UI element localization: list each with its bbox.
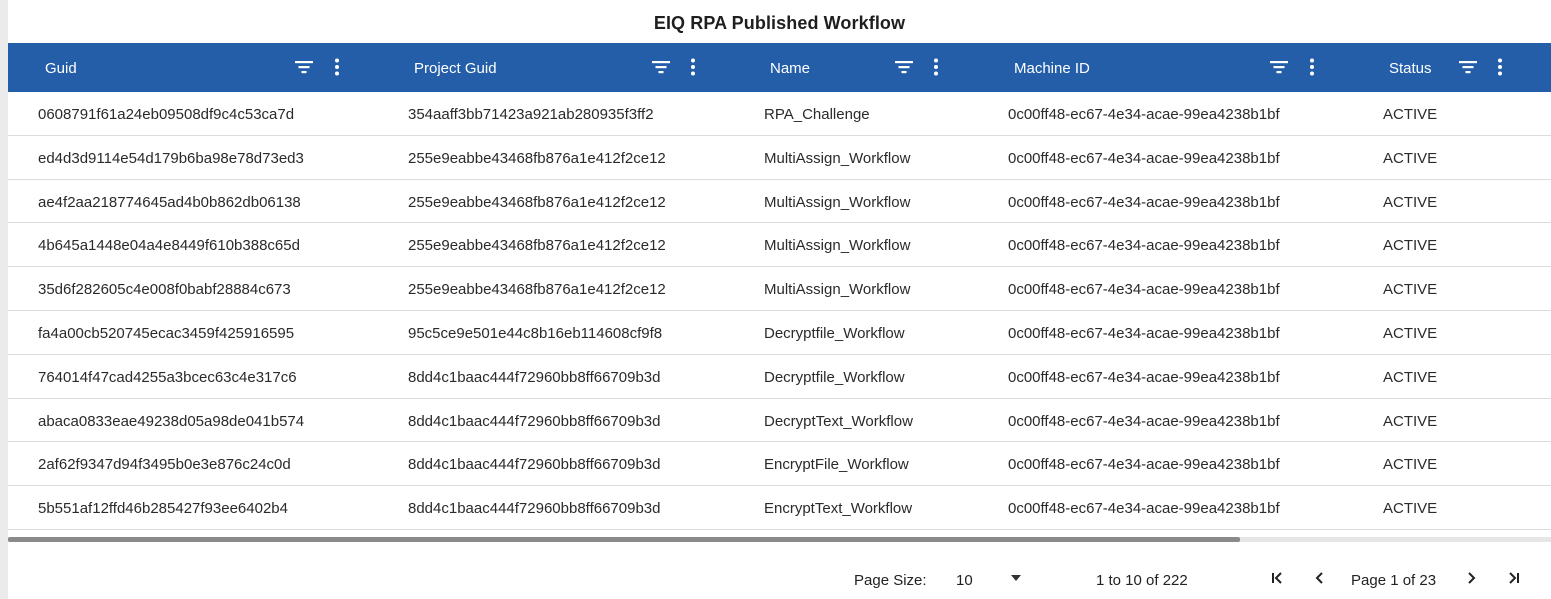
cell-name: Decryptfile_Workflow (764, 368, 905, 386)
page-size-label: Page Size: (854, 572, 927, 589)
cell-status: ACTIVE (1383, 106, 1438, 123)
cell-name: DecryptText_Workflow (764, 412, 913, 430)
filter-icon[interactable] (650, 56, 672, 78)
cell-project-guid: 255e9eabbe43468fb876a1e412f2ce12 (408, 193, 666, 211)
column-menu-icon[interactable] (1489, 56, 1511, 78)
cell-machine-id: 0c00ff48-ec67-4e34-acae-99ea4238b1bf (1008, 500, 1280, 518)
cell-name: RPA_Challenge (764, 106, 870, 123)
header-cell-status[interactable]: Status (1353, 43, 1551, 92)
pagination-bar: Page Size: 10 1 to 10 of 222 Page 1 of 2… (8, 542, 1551, 599)
previous-page-icon[interactable] (1312, 570, 1328, 586)
cell-project-guid: 8dd4c1baac444f72960bb8ff66709b3d (408, 412, 661, 430)
cell-machine-id: 0c00ff48-ec67-4e34-acae-99ea4238b1bf (1008, 412, 1280, 430)
cell-name: EncryptText_Workflow (764, 500, 913, 518)
header-cell-guid[interactable]: Guid (8, 43, 378, 92)
cell-project-guid: 8dd4c1baac444f72960bb8ff66709b3d (408, 456, 661, 474)
table-row[interactable]: 0608791f61a24eb09508df9c4c53ca7d 354aaff… (8, 92, 1551, 136)
cell-guid: 4b645a1448e04a4e8449f610b388c65d (38, 237, 300, 255)
cell-status: ACTIVE (1383, 237, 1438, 255)
cell-machine-id: 0c00ff48-ec67-4e34-acae-99ea4238b1bf (1008, 106, 1280, 123)
header-cell-machine-id[interactable]: Machine ID (980, 43, 1353, 92)
cell-guid: 0608791f61a24eb09508df9c4c53ca7d (38, 106, 295, 123)
cell-guid: fa4a00cb520745ecac3459f425916595 (38, 324, 295, 342)
row-range-summary: 1 to 10 of 222 (1096, 572, 1188, 589)
table-row[interactable]: 5b551af12ffd46b285427f93ee6402b4 8dd4c1b… (8, 486, 1551, 530)
cell-status: ACTIVE (1383, 149, 1438, 167)
table-row[interactable]: ed4d3d9114e54d179b6ba98e78d73ed3 255e9ea… (8, 135, 1551, 180)
column-menu-icon[interactable] (682, 56, 704, 78)
cell-name: MultiAssign_Workflow (764, 149, 911, 167)
cell-project-guid: 95c5ce9e501e44c8b16eb114608cf9f8 (408, 324, 663, 342)
cell-project-guid: 255e9eabbe43468fb876a1e412f2ce12 (408, 149, 666, 167)
cell-name: MultiAssign_Workflow (764, 237, 911, 255)
cell-status: ACTIVE (1383, 456, 1438, 474)
cell-machine-id: 0c00ff48-ec67-4e34-acae-99ea4238b1bf (1008, 368, 1280, 386)
table-row[interactable]: 2af62f9347d94f3495b0e3e876c24c0d 8dd4c1b… (8, 442, 1551, 487)
cell-project-guid: 255e9eabbe43468fb876a1e412f2ce12 (408, 281, 666, 299)
column-label-machine-id: Machine ID (1014, 60, 1090, 77)
cell-project-guid: 255e9eabbe43468fb876a1e412f2ce12 (408, 237, 666, 255)
filter-icon[interactable] (1457, 56, 1479, 78)
cell-machine-id: 0c00ff48-ec67-4e34-acae-99ea4238b1bf (1008, 237, 1280, 255)
column-label-project-guid: Project Guid (414, 60, 497, 77)
cell-project-guid: 8dd4c1baac444f72960bb8ff66709b3d (408, 368, 661, 386)
cell-guid: 764014f47cad4255a3bcec63c4e317c6 (38, 368, 297, 386)
cell-status: ACTIVE (1383, 368, 1438, 386)
filter-icon[interactable] (293, 56, 315, 78)
cell-status: ACTIVE (1383, 324, 1438, 342)
column-label-name: Name (770, 60, 811, 77)
filter-icon[interactable] (1268, 56, 1290, 78)
cell-project-guid: 354aaff3bb71423a921ab280935f3ff2 (408, 106, 654, 123)
table-row[interactable]: ae4f2aa218774645ad4b0b862db06138 255e9ea… (8, 179, 1551, 224)
table-row[interactable]: 35d6f282605c4e008f0babf28884c673 255e9ea… (8, 267, 1551, 311)
header-cell-name[interactable]: Name (735, 43, 980, 92)
last-page-icon[interactable] (1506, 570, 1522, 586)
table-row[interactable]: 4b645a1448e04a4e8449f610b388c65d 255e9ea… (8, 223, 1551, 268)
cell-guid: ed4d3d9114e54d179b6ba98e78d73ed3 (38, 149, 304, 167)
page-indicator: Page 1 of 23 (1351, 572, 1437, 589)
grid-header: Guid Project Guid Name Machine ID Status (8, 43, 1551, 92)
cell-machine-id: 0c00ff48-ec67-4e34-acae-99ea4238b1bf (1008, 456, 1280, 474)
cell-guid: 35d6f282605c4e008f0babf28884c673 (38, 281, 291, 299)
cell-name: MultiAssign_Workflow (764, 281, 911, 299)
cell-machine-id: 0c00ff48-ec67-4e34-acae-99ea4238b1bf (1008, 149, 1280, 167)
cell-status: ACTIVE (1383, 281, 1438, 299)
cell-name: Decryptfile_Workflow (764, 324, 905, 342)
table-row[interactable]: fa4a00cb520745ecac3459f425916595 95c5ce9… (8, 310, 1551, 355)
cell-status: ACTIVE (1383, 193, 1438, 211)
page-size-select[interactable]: 10 (956, 572, 973, 589)
cell-name: EncryptFile_Workflow (764, 456, 909, 474)
grid-body: 0608791f61a24eb09508df9c4c53ca7d 354aaff… (8, 92, 1551, 530)
cell-guid: 5b551af12ffd46b285427f93ee6402b4 (38, 500, 288, 518)
left-panel-edge (0, 0, 8, 599)
cell-machine-id: 0c00ff48-ec67-4e34-acae-99ea4238b1bf (1008, 324, 1280, 342)
next-page-icon[interactable] (1463, 570, 1479, 586)
cell-name: MultiAssign_Workflow (764, 193, 911, 211)
chevron-down-icon[interactable] (1011, 575, 1021, 581)
workflow-page: EIQ RPA Published Workflow Guid Project … (0, 0, 1551, 599)
cell-machine-id: 0c00ff48-ec67-4e34-acae-99ea4238b1bf (1008, 281, 1280, 299)
page-title: EIQ RPA Published Workflow (653, 13, 906, 33)
cell-project-guid: 8dd4c1baac444f72960bb8ff66709b3d (408, 500, 661, 518)
column-menu-icon[interactable] (1301, 56, 1323, 78)
cell-status: ACTIVE (1383, 412, 1438, 430)
column-label-status: Status (1389, 60, 1432, 77)
first-page-icon[interactable] (1269, 570, 1285, 586)
column-menu-icon[interactable] (326, 56, 348, 78)
header-cell-project-guid[interactable]: Project Guid (378, 43, 735, 92)
cell-guid: 2af62f9347d94f3495b0e3e876c24c0d (38, 456, 291, 474)
column-label-guid: Guid (45, 60, 77, 77)
cell-machine-id: 0c00ff48-ec67-4e34-acae-99ea4238b1bf (1008, 193, 1280, 211)
table-row[interactable]: abaca0833eae49238d05a98de041b574 8dd4c1b… (8, 398, 1551, 443)
cell-guid: abaca0833eae49238d05a98de041b574 (38, 412, 305, 430)
table-row[interactable]: 764014f47cad4255a3bcec63c4e317c6 8dd4c1b… (8, 354, 1551, 399)
filter-icon[interactable] (893, 56, 915, 78)
cell-status: ACTIVE (1383, 500, 1438, 518)
cell-guid: ae4f2aa218774645ad4b0b862db06138 (38, 193, 301, 211)
column-menu-icon[interactable] (925, 56, 947, 78)
workflow-grid: Guid Project Guid Name Machine ID Status… (8, 43, 1551, 530)
